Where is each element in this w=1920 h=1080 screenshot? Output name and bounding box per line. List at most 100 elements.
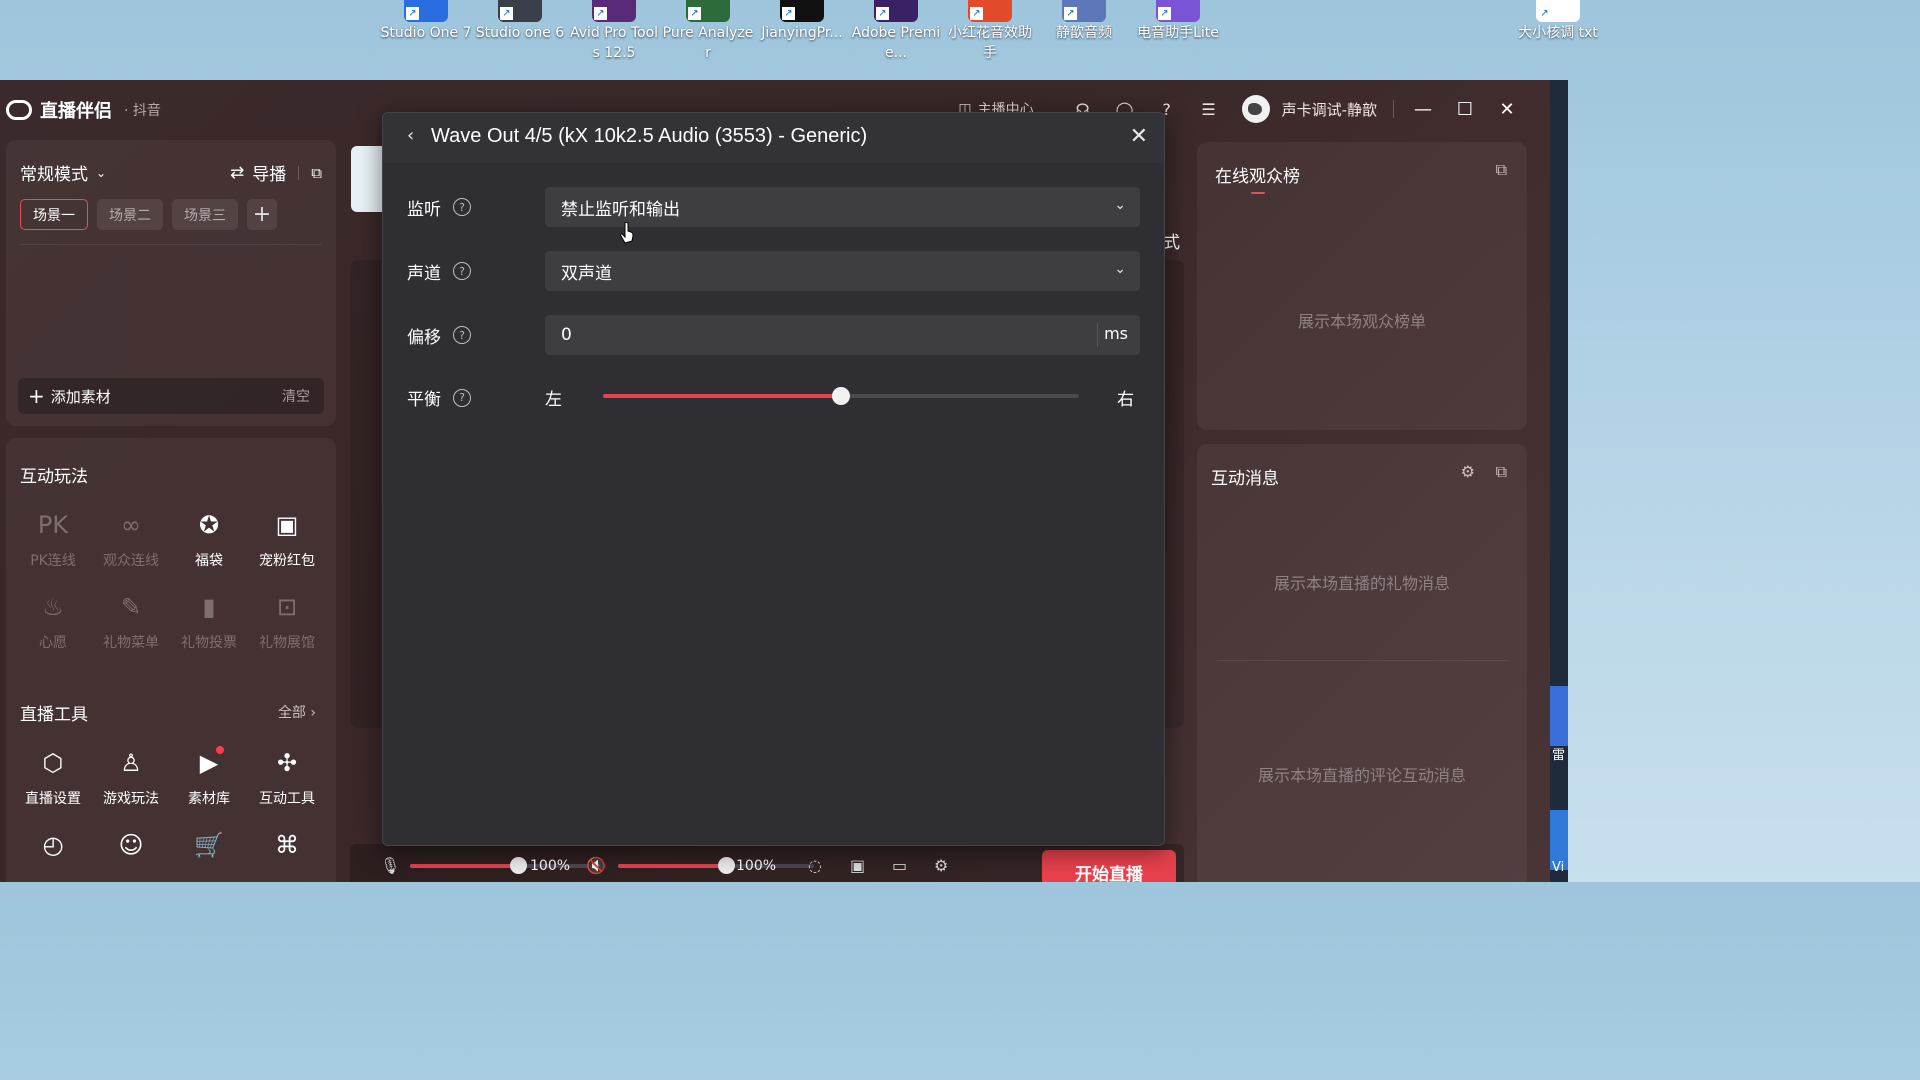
viewers-title[interactable]: 在线观众榜 [1215,162,1300,187]
background-window-edge: 雷 Vi [1550,80,1568,882]
effects-icon[interactable]: ◌ [808,856,822,875]
tool-icon: ▣ [275,511,299,539]
tool-item[interactable]: ☺ [92,828,170,870]
viewers-empty-text: 展示本场观众榜单 [1297,312,1426,331]
scene-tab[interactable]: 场景一 [20,199,88,230]
channel-value: 双声道 [561,263,612,284]
tool-icon: PK [37,511,69,539]
minimize-icon[interactable]: — [1410,96,1436,122]
tool-item[interactable]: PK PK连线 [14,508,92,570]
monitor-label: 监听 [407,199,441,220]
tool-item[interactable]: ∞ 观众连线 [92,508,170,570]
tool-icon: ⌘ [275,831,299,859]
username[interactable]: 声卡调试-静歆 [1282,99,1377,120]
audio-output-dialog: ‹ Wave Out 4/5 (kX 10k2.5 Audio (3553) -… [382,112,1165,846]
desktop-icon[interactable]: ↗ JianyingPr... [756,0,848,80]
guide-label: 导播 [252,165,287,185]
live-tools-more-link[interactable]: 全部 › [278,702,316,722]
help-icon[interactable]: ? [453,326,471,344]
app-icon: ↗ [686,0,730,22]
desktop-icon[interactable]: ↗ 电音助手Lite [1132,0,1224,80]
layout-icon[interactable]: ▣ [850,856,865,875]
app-icon: ↗ [1062,0,1106,22]
speaker-volume-knob[interactable] [717,857,735,874]
tool-item[interactable]: ▮ 礼物投票 [170,590,248,652]
close-window-icon[interactable]: ✕ [1494,96,1520,122]
channel-select[interactable]: 双声道 ⌄ [545,251,1140,291]
popout-icon[interactable]: ⧉ [1496,462,1507,482]
desktop-icon[interactable]: ↗ Pure Analyzer [662,0,754,80]
preview-thumbnail[interactable] [351,146,385,212]
tool-item[interactable]: ▣ 宠粉红包 [248,508,326,570]
desktop-icon[interactable]: ↗ 静歆音频 [1038,0,1130,80]
desktop-icon[interactable]: ↗ Studio one 6 [474,0,566,80]
clear-button[interactable]: 清空 [282,386,310,406]
guide-button[interactable]: ⇄ 导播 ⧉ [230,160,322,186]
tool-item[interactable]: ◴ [14,828,92,870]
monitor-select[interactable]: 禁止监听和输出 ⌄ [545,187,1140,227]
tool-icon: ✪ [198,511,220,539]
desktop-icon[interactable]: ↗ Studio One 7 [380,0,472,80]
speaker-volume-slider[interactable] [618,864,814,868]
interactive-grid: PK PK连线 ∞ 观众连线 ✪ 福袋 ▣ 宠粉红包 ♨ 心愿 ✎ 礼物菜单 ▮ 礼物投票 ⊡ 礼物展馆 [14,508,326,652]
mic-icon[interactable]: 🎙 [380,856,400,875]
tool-label: PK连线 [30,553,76,569]
desktop-icon-label: 大小核调 txt [1518,25,1598,41]
desktop-icon-label: 电音助手Lite [1137,25,1219,41]
settings-icon[interactable]: ⚙ [934,856,948,875]
desktop-icon[interactable]: ↗ Adobe Premie... [850,0,942,80]
hand-cursor-icon [620,222,634,244]
tool-icon: ∞ [121,511,141,539]
help-icon[interactable]: ? [453,198,471,216]
mode-label: 常规模式 [20,165,88,185]
chevron-right-icon: › [310,705,316,721]
desktop-icon[interactable]: ↗ 大小核调 txt [1512,0,1604,80]
tool-item[interactable]: ✪ 福袋 [170,508,248,570]
live-tools-grid: ⬡ 直播设置 ♙ 游戏玩法 ▶ 素材库 ✣ 互动工具 ◴ ☺ 🛒 ⌘ [14,746,326,870]
popout-icon[interactable]: ⧉ [1496,160,1507,180]
shortcut-arrow-icon: ↗ [876,7,889,20]
balance-knob[interactable] [832,387,850,405]
tool-item[interactable]: ♨ 心愿 [14,590,92,652]
start-live-button[interactable]: 开始直播 [1042,850,1176,882]
add-material-button[interactable]: + 添加素材 [28,384,111,408]
tools-panel: 互动玩法 PK PK连线 ∞ 观众连线 ✪ 福袋 ▣ 宠粉红包 ♨ 心愿 ✎ 礼物菜单 ▮ 礼物投票 ⊡ 礼物… [6,438,336,882]
scene-tab[interactable]: 场景二 [97,199,163,230]
scene-tab[interactable]: 场景三 [172,199,238,230]
mode-dropdown[interactable]: 常规模式 ⌄ [20,160,106,185]
desktop-icon[interactable]: ↗ 小红花音效助手 [944,0,1036,80]
interactive-title: 互动玩法 [20,467,88,487]
maximize-icon[interactable]: ☐ [1452,96,1478,122]
balance-slider[interactable] [603,387,1079,405]
viewers-panel: 在线观众榜 ⧉ 展示本场观众榜单 [1197,142,1527,430]
tool-icon: ⬡ [42,749,64,777]
app-icon: ↗ [404,0,448,22]
tool-item[interactable]: 🛒 [170,828,248,870]
desktop-icon[interactable]: ↗ Avid Pro Tools 12.5 [568,0,660,80]
close-icon[interactable]: ✕ [1130,124,1148,149]
speaker-mute-icon[interactable]: 🔇 [586,856,606,875]
tool-item[interactable]: ✣ 互动工具 [248,746,326,808]
mic-volume-slider[interactable] [410,864,606,868]
divider [20,244,322,245]
platform-label: · 抖音 [124,103,161,119]
menu-icon[interactable]: ☰ [1198,98,1220,120]
tool-item[interactable]: ⌘ [248,828,326,870]
offset-input[interactable]: 0 ms [545,315,1140,355]
background-app-icon [1550,686,1568,746]
back-icon[interactable]: ‹ [407,125,414,146]
tool-item[interactable]: ▶ 素材库 [170,746,248,808]
add-scene-button[interactable]: + [247,199,277,230]
plus-icon: + [28,384,45,408]
help-icon[interactable]: ? [453,262,471,280]
tool-item[interactable]: ♙ 游戏玩法 [92,746,170,808]
popout-icon[interactable]: ⧉ [311,164,322,182]
tool-item[interactable]: ⊡ 礼物展馆 [248,590,326,652]
gear-icon[interactable]: ⚙ [1461,462,1475,481]
camera-icon[interactable]: ▭ [892,856,907,875]
tool-item[interactable]: ✎ 礼物菜单 [92,590,170,652]
mic-volume-knob[interactable] [509,857,527,874]
avatar[interactable] [1241,95,1270,123]
help-icon[interactable]: ? [453,388,471,407]
tool-item[interactable]: ⬡ 直播设置 [14,746,92,808]
